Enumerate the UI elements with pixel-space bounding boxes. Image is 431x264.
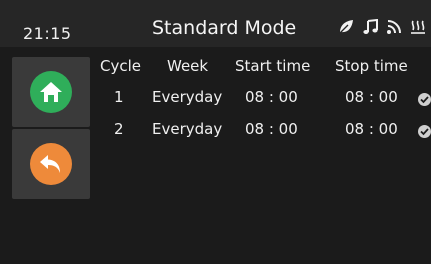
column-header-stop-time: Stop time xyxy=(335,57,408,75)
stop-time-value[interactable]: 08 : 00 xyxy=(345,120,398,138)
home-button[interactable] xyxy=(12,57,90,127)
music-note-icon xyxy=(362,19,378,35)
start-time-value[interactable]: 08 : 00 xyxy=(245,120,298,138)
schedule-screen: 21:15 Standard Mode Cycle Week Start tim… xyxy=(0,0,431,264)
stop-time-value[interactable]: 08 : 00 xyxy=(345,88,398,106)
check-icon[interactable] xyxy=(418,125,431,138)
page-title: Standard Mode xyxy=(152,17,297,39)
wifi-icon xyxy=(386,19,402,35)
week-value[interactable]: Everyday xyxy=(152,120,222,138)
home-icon xyxy=(30,71,72,113)
column-header-start-time: Start time xyxy=(235,57,311,75)
leaf-icon xyxy=(338,19,354,35)
top-bar: 21:15 Standard Mode xyxy=(0,0,431,47)
clock: 21:15 xyxy=(23,24,72,43)
back-button[interactable] xyxy=(12,129,90,199)
column-header-week: Week xyxy=(167,57,209,75)
start-time-value[interactable]: 08 : 00 xyxy=(245,88,298,106)
status-icons xyxy=(338,16,426,38)
cycle-number: 1 xyxy=(114,88,124,106)
back-arrow-icon xyxy=(30,143,72,185)
column-header-cycle: Cycle xyxy=(100,57,141,75)
check-icon[interactable] xyxy=(418,93,431,106)
week-value[interactable]: Everyday xyxy=(152,88,222,106)
heater-icon xyxy=(410,19,426,35)
cycle-number: 2 xyxy=(114,120,124,138)
